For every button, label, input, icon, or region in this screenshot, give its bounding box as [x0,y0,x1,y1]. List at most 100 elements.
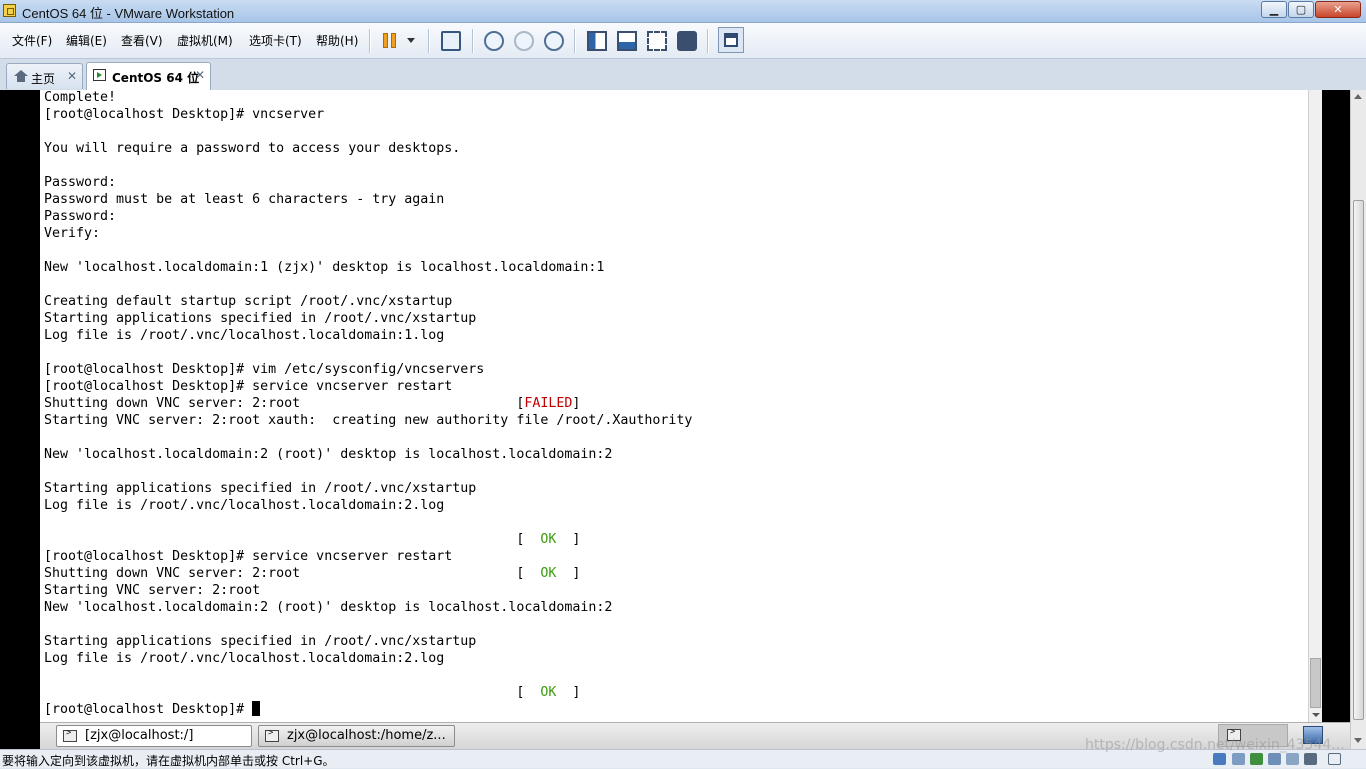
terminal-line: New 'localhost.localdomain:2 (root)' des… [44,446,612,463]
terminal-line-text: Starting applications specified in /root… [44,634,477,649]
hard-disk-icon[interactable] [1213,753,1226,765]
terminal-line-text: [root@localhost Desktop]# vncserver [44,107,325,122]
text-cursor [252,701,261,716]
vm-border-left [0,90,40,749]
pause-icon[interactable] [381,31,401,51]
scroll-down-icon[interactable] [1354,738,1362,743]
terminal-line: Starting VNC server: 2:root [44,582,260,599]
terminal-line: [ OK ] [44,531,580,548]
toolbar-separator [369,29,371,53]
status-bracket: [ [516,566,541,581]
terminal-line: Complete! [44,90,116,106]
chevron-down-icon[interactable] [406,31,416,51]
service-status: OK [540,566,557,581]
terminal-line-text: Log file is /root/.vnc/localhost.localdo… [44,328,445,343]
terminal-scrollbar[interactable] [1308,90,1322,722]
snapshot-manager-icon[interactable] [544,31,564,51]
terminal-line: New 'localhost.localdomain:1 (zjx)' desk… [44,259,604,276]
status-bracket: [ [516,532,541,547]
terminal-line-text: You will require a password to access yo… [44,141,461,156]
usb-icon[interactable] [1268,753,1281,765]
terminal-line: Password: [44,174,116,191]
terminal-line-text: Starting applications specified in /root… [44,481,477,496]
status-bracket: [ [516,685,541,700]
terminal-line-text [44,685,516,700]
cd-drive-icon[interactable] [1232,753,1245,765]
scrollbar-thumb[interactable] [1310,658,1321,708]
taskbar-button-terminal-2[interactable]: zjx@localhost:/home/z... [258,725,455,747]
terminal-line-text: Shutting down VNC server: 2:root [44,566,517,581]
menu-view[interactable]: 查看(V) [121,32,163,49]
scrollbar-thumb[interactable] [1353,200,1364,720]
revert-snapshot-icon [514,31,534,51]
terminal-line: [root@localhost Desktop]# service vncser… [44,548,452,565]
minimize-button[interactable]: ▁ [1261,1,1287,18]
terminal-icon [265,728,279,742]
window-title: CentOS 64 位 - VMware Workstation [22,6,235,21]
terminal-line: Log file is /root/.vnc/localhost.localdo… [44,327,444,344]
tab-bar: 主页 ✕ CentOS 64 位 ✕ [0,59,1366,90]
toolbar-separator [472,29,474,53]
display-icon[interactable] [1304,753,1317,765]
menu-edit[interactable]: 编辑(E) [66,32,107,49]
tab-centos[interactable]: CentOS 64 位 ✕ [86,62,211,90]
terminal-line-text: [root@localhost Desktop]# service vncser… [44,549,453,564]
menu-vm[interactable]: 虚拟机(M) [177,32,233,49]
tab-home[interactable]: 主页 ✕ [6,63,83,89]
vmware-app-icon [3,4,16,17]
terminal-line: Password: [44,208,116,225]
status-bracket: ] [556,566,581,581]
terminal-window[interactable]: Complete! [root@localhost Desktop]# vncse… [40,90,1308,722]
menu-help[interactable]: 帮助(H) [316,32,358,49]
terminal-line-text: New 'localhost.localdomain:2 (root)' des… [44,447,613,462]
terminal-icon [63,728,77,742]
terminal-line: Shutting down VNC server: 2:root [ OK ] [44,565,580,582]
menu-tabs[interactable]: 选项卡(T) [249,32,302,49]
terminal-line-text: New 'localhost.localdomain:1 (zjx)' desk… [44,260,605,275]
taskbar-button-label: zjx@localhost:/home/z... [287,728,446,743]
terminal-line-text: Starting VNC server: 2:root [44,583,261,598]
close-icon[interactable]: ✕ [67,69,77,83]
unity-icon[interactable] [677,31,697,51]
terminal-line: Creating default startup script /root/.v… [44,293,452,310]
terminal-line: [ OK ] [44,684,580,701]
tab-label: 主页 [31,72,56,86]
console-view-icon[interactable] [587,31,607,51]
service-status: OK [540,532,557,547]
library-icon[interactable] [718,27,744,53]
terminal-line: Starting applications specified in /root… [44,480,476,497]
take-snapshot-icon[interactable] [484,31,504,51]
send-ctrl-alt-del-icon[interactable] [441,31,461,51]
terminal-line-text: [root@localhost Desktop]# service vncser… [44,379,453,394]
network-icon[interactable] [1250,753,1263,765]
menu-file[interactable]: 文件(F) [12,32,52,49]
message-icon[interactable] [1328,753,1341,765]
title-bar: CentOS 64 位 - VMware Workstation ▁ ▢ ✕ [0,0,1366,23]
sound-icon[interactable] [1286,753,1299,765]
terminal-line-text: [root@localhost Desktop]# vim /etc/sysco… [44,362,485,377]
terminal-line-text: Verify: [44,226,101,241]
toolbar-separator [428,29,430,53]
terminal-line: Starting applications specified in /root… [44,633,476,650]
taskbar-button-terminal-1[interactable]: [zjx@localhost:/] [56,725,252,747]
status-text: 要将输入定向到该虚拟机，请在虚拟机内部单击或按 Ctrl+G。 [2,754,335,768]
status-bracket: ] [556,685,581,700]
close-icon[interactable]: ✕ [195,68,205,82]
full-screen-icon[interactable] [617,31,637,51]
watermark: https://blog.csdn.net/weixin_43544... [1085,737,1345,753]
maximize-button[interactable]: ▢ [1288,1,1314,18]
terminal-line: You will require a password to access yo… [44,140,460,157]
scroll-up-icon[interactable] [1354,94,1362,99]
terminal-line: Starting applications specified in /root… [44,310,476,327]
terminal-line: [root@localhost Desktop]# vncserver [44,106,324,123]
scroll-down-icon[interactable] [1310,709,1321,721]
terminal-line-text: Creating default startup script /root/.v… [44,294,453,309]
terminal-line-text: Password: [44,175,117,190]
host-scrollbar[interactable] [1350,90,1366,749]
terminal-line-text: Complete! [44,90,117,105]
stretch-icon[interactable] [647,31,667,51]
terminal-line-text: Shutting down VNC server: 2:root [44,396,517,411]
terminal-line: Log file is /root/.vnc/localhost.localdo… [44,497,444,514]
terminal-line: Starting VNC server: 2:root xauth: creat… [44,412,692,429]
close-button[interactable]: ✕ [1315,1,1361,18]
